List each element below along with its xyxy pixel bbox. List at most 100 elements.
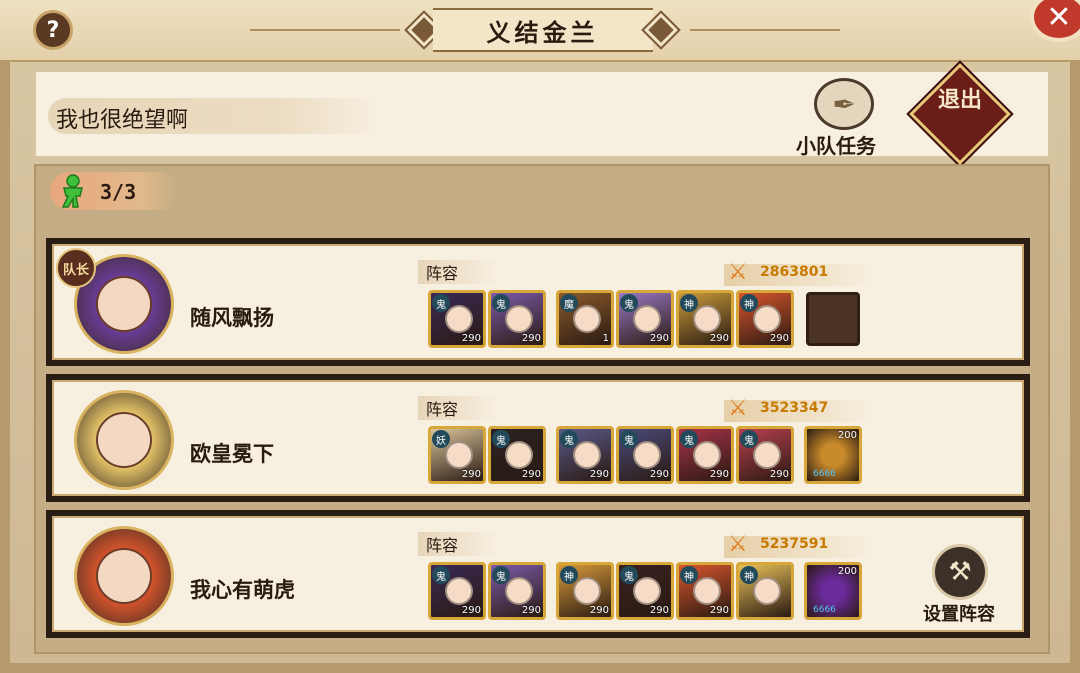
- lineup-label: 阵容: [426, 536, 459, 555]
- hero-slot[interactable]: 妖 290: [428, 426, 486, 484]
- hero-slot[interactable]: 神 290: [736, 290, 794, 348]
- crossed-swords-icon: ⚔: [728, 532, 748, 557]
- hero-slot[interactable]: 神: [736, 562, 794, 620]
- hero-portrait: [505, 441, 533, 469]
- combat-power: 5237591: [760, 536, 829, 552]
- hero-type-badge: 神: [680, 566, 698, 584]
- hero-portrait: [445, 577, 473, 605]
- hero-type-badge: 神: [740, 294, 758, 312]
- crossed-swords-icon: ⚔: [728, 396, 748, 421]
- hero-slot[interactable]: 神 290: [556, 562, 614, 620]
- hero-level: 290: [589, 605, 609, 616]
- close-button[interactable]: ✕: [1030, 0, 1080, 42]
- hero-slot[interactable]: 鬼 290: [736, 426, 794, 484]
- hero-level: 290: [769, 333, 789, 344]
- hero-slot[interactable]: 鬼 290: [428, 562, 486, 620]
- hero-type-badge: 神: [680, 294, 698, 312]
- hero-level: 290: [649, 333, 669, 344]
- avatar-face: [96, 276, 152, 332]
- hero-portrait: [505, 577, 533, 605]
- hero-slot[interactable]: 鬼 290: [488, 290, 546, 348]
- hero-slot[interactable]: 鬼 290: [428, 290, 486, 348]
- member-name: 欧皇冕下: [190, 441, 274, 466]
- hero-portrait: [693, 441, 721, 469]
- hero-level: 290: [709, 469, 729, 480]
- hero-portrait: [573, 441, 601, 469]
- person-icon: [61, 174, 83, 208]
- hero-portrait: [505, 305, 533, 333]
- avatar-face: [96, 412, 152, 468]
- crossed-axes-icon: ⚒: [932, 544, 988, 600]
- member-card: 欧皇冕下 阵容 ⚔ 3523347 妖 290 鬼 290 鬼 290 鬼 290 鬼 290 鬼 290 20…: [46, 374, 1030, 502]
- hero-portrait: [753, 305, 781, 333]
- hero-slot[interactable]: 鬼 290: [488, 426, 546, 484]
- hero-portrait: [633, 305, 661, 333]
- help-button[interactable]: ?: [33, 10, 73, 50]
- setup-lineup-label: 设置阵容: [923, 604, 995, 625]
- hero-slot[interactable]: 鬼 290: [556, 426, 614, 484]
- hero-type-badge: 鬼: [492, 566, 510, 584]
- pet-stars: 6666: [813, 605, 836, 615]
- setup-lineup-button[interactable]: ⚒ 设置阵容: [904, 544, 1014, 634]
- hero-type-badge: 鬼: [492, 430, 510, 448]
- member-name: 我心有萌虎: [190, 577, 295, 602]
- hero-portrait: [445, 441, 473, 469]
- pet-slot[interactable]: 200 6666: [804, 426, 862, 484]
- hero-slot[interactable]: 神 290: [676, 562, 734, 620]
- hero-slot[interactable]: 鬼 290: [616, 426, 674, 484]
- title-divider-left: [250, 29, 400, 31]
- title-divider-right: [690, 29, 840, 31]
- leader-badge: 队长: [56, 248, 96, 288]
- empty-pet-slot[interactable]: [806, 292, 860, 346]
- hero-type-badge: 鬼: [492, 294, 510, 312]
- hero-type-badge: 鬼: [620, 430, 638, 448]
- hero-type-badge: 妖: [432, 430, 450, 448]
- hero-level: 290: [461, 605, 481, 616]
- pet-level: 200: [837, 430, 857, 441]
- hero-type-badge: 鬼: [620, 566, 638, 584]
- member-name: 随风飘扬: [190, 305, 274, 330]
- hero-slot[interactable]: 鬼 290: [488, 562, 546, 620]
- team-header: 我也很绝望啊 ✒ 小队任务 退出: [34, 60, 1050, 168]
- pet-slot[interactable]: 200 6666: [804, 562, 862, 620]
- team-name: 我也很绝望啊: [56, 108, 189, 133]
- hero-level: 1: [602, 333, 609, 344]
- hero-level: 290: [589, 469, 609, 480]
- crossed-swords-icon: ⚔: [728, 260, 748, 285]
- hero-level: 290: [461, 469, 481, 480]
- hero-slot[interactable]: 魔1: [556, 290, 614, 348]
- hero-level: 290: [769, 469, 789, 480]
- team-task-label: 小队任务: [796, 134, 876, 158]
- title-bar: ? 义结金兰 ✕: [0, 0, 1080, 62]
- exit-label[interactable]: 退出: [924, 86, 996, 114]
- avatar[interactable]: [74, 390, 174, 490]
- hero-slot[interactable]: 鬼 290: [616, 562, 674, 620]
- pet-stars: 6666: [813, 469, 836, 479]
- hero-portrait: [753, 441, 781, 469]
- hero-slot[interactable]: 神 290: [676, 290, 734, 348]
- hero-type-badge: 鬼: [620, 294, 638, 312]
- hero-level: 290: [461, 333, 481, 344]
- hero-portrait: [573, 305, 601, 333]
- avatar[interactable]: [74, 526, 174, 626]
- hero-slot[interactable]: 鬼 290: [676, 426, 734, 484]
- avatar-face: [96, 548, 152, 604]
- lineup-label: 阵容: [426, 400, 459, 419]
- member-card: 我心有萌虎 阵容 ⚔ 5237591 鬼 290 鬼 290 神 290 鬼 290 神 290 神 200 6…: [46, 510, 1030, 638]
- hero-portrait: [445, 305, 473, 333]
- hero-slot[interactable]: 鬼 290: [616, 290, 674, 348]
- exit-button[interactable]: [906, 60, 1014, 168]
- hero-portrait: [693, 577, 721, 605]
- member-count: 3/3: [100, 180, 137, 204]
- hero-type-badge: 鬼: [560, 430, 578, 448]
- hero-level: 290: [709, 333, 729, 344]
- hero-type-badge: 鬼: [680, 430, 698, 448]
- team-task-button[interactable]: ✒ 小队任务: [776, 78, 896, 158]
- hero-level: 290: [521, 605, 541, 616]
- hero-type-badge: 魔: [560, 294, 578, 312]
- hero-type-badge: 神: [560, 566, 578, 584]
- member-card: 队长 随风飘扬 阵容 ⚔ 2863801 鬼 290 鬼 290 魔 1 鬼 290 神 290 神 290: [46, 238, 1030, 366]
- hero-type-badge: 鬼: [740, 430, 758, 448]
- title-plate: 义结金兰: [404, 8, 681, 52]
- page-title: 义结金兰: [432, 8, 653, 52]
